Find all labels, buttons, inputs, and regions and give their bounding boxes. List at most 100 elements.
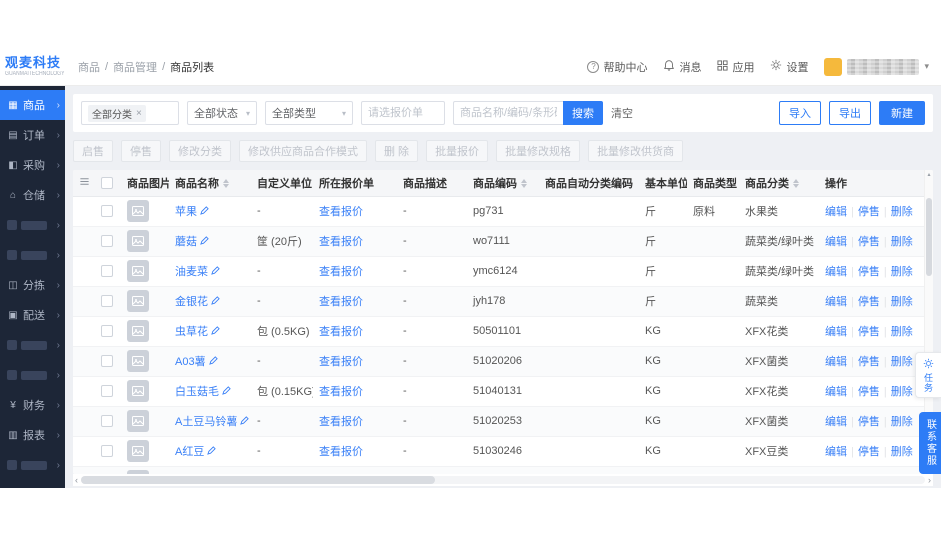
product-name-link[interactable]: A土豆马铃薯: [175, 416, 237, 428]
sort-icon[interactable]: [222, 179, 230, 189]
column-header[interactable]: 商品名称: [169, 170, 251, 197]
horizontal-scroll-track[interactable]: [81, 476, 925, 484]
row-action-stop-sale[interactable]: 停售: [858, 326, 880, 338]
sidebar-item-redacted-5[interactable]: ›: [0, 240, 65, 270]
row-checkbox[interactable]: [101, 235, 113, 248]
scroll-up-icon[interactable]: ▴: [927, 171, 930, 178]
product-name-link[interactable]: 蘑菇: [175, 236, 197, 248]
column-header[interactable]: 商品编码: [467, 170, 539, 197]
row-action-delete[interactable]: 删除: [891, 326, 913, 338]
scroll-right-icon[interactable]: ›: [928, 475, 931, 485]
breadcrumb-item[interactable]: 商品管理: [113, 59, 157, 75]
product-name-link[interactable]: 苹果: [175, 206, 197, 218]
bulk-action-button[interactable]: 修改分类: [169, 140, 231, 162]
row-action-stop-sale[interactable]: 停售: [858, 356, 880, 368]
sidebar-item-redacted-4[interactable]: ›: [0, 210, 65, 240]
view-quote-link[interactable]: 查看报价: [319, 356, 363, 368]
row-action-delete[interactable]: 删除: [891, 266, 913, 278]
row-action-stop-sale[interactable]: 停售: [858, 386, 880, 398]
row-action-edit[interactable]: 编辑: [825, 236, 847, 248]
column-header[interactable]: 基本单位: [639, 170, 687, 197]
bulk-action-button[interactable]: 修改供应商品合作模式: [239, 140, 367, 162]
row-action-delete[interactable]: 删除: [891, 446, 913, 458]
sidebar-item-sorting[interactable]: ◫ 分拣 ›: [0, 270, 65, 300]
edit-name-icon[interactable]: [200, 236, 209, 248]
select-all-checkbox[interactable]: [101, 176, 113, 189]
row-action-delete[interactable]: 删除: [891, 386, 913, 398]
row-action-stop-sale[interactable]: 停售: [858, 266, 880, 278]
sidebar-item-redacted-9[interactable]: ›: [0, 360, 65, 390]
column-header[interactable]: 自定义单位: [251, 170, 313, 197]
column-header[interactable]: 操作: [819, 170, 925, 197]
sidebar-item-delivery[interactable]: ▣ 配送 ›: [0, 300, 65, 330]
row-action-delete[interactable]: 删除: [891, 236, 913, 248]
row-action-edit[interactable]: 编辑: [825, 416, 847, 428]
column-settings-icon[interactable]: [79, 177, 90, 190]
row-checkbox[interactable]: [101, 205, 113, 218]
bulk-action-button[interactable]: 删 除: [375, 140, 419, 162]
search-input[interactable]: [453, 101, 563, 125]
quote-select-input[interactable]: [361, 101, 445, 125]
create-button[interactable]: 新建: [879, 101, 925, 125]
contact-support-button[interactable]: 联系客服: [919, 412, 941, 474]
row-checkbox[interactable]: [101, 445, 113, 458]
product-name-link[interactable]: 金银花: [175, 296, 208, 308]
sidebar-item-redacted-8[interactable]: ›: [0, 330, 65, 360]
column-settings-header[interactable]: [73, 170, 95, 197]
vertical-scroll-thumb[interactable]: [926, 198, 932, 276]
row-action-stop-sale[interactable]: 停售: [858, 206, 880, 218]
view-quote-link[interactable]: 查看报价: [319, 206, 363, 218]
edit-name-icon[interactable]: [207, 446, 217, 458]
row-action-edit[interactable]: 编辑: [825, 386, 847, 398]
user-menu[interactable]: ▾: [824, 57, 929, 76]
row-checkbox[interactable]: [101, 325, 113, 338]
row-action-delete[interactable]: 删除: [891, 416, 913, 428]
row-action-stop-sale[interactable]: 停售: [858, 236, 880, 248]
row-action-stop-sale[interactable]: 停售: [858, 296, 880, 308]
row-checkbox[interactable]: [101, 385, 113, 398]
edit-name-icon[interactable]: [211, 266, 220, 278]
column-header[interactable]: 商品图片: [121, 170, 169, 197]
edit-name-icon[interactable]: [240, 416, 250, 428]
row-action-stop-sale[interactable]: 停售: [858, 446, 880, 458]
view-quote-link[interactable]: 查看报价: [319, 386, 363, 398]
sidebar-item-reports[interactable]: ▥ 报表 ›: [0, 420, 65, 450]
settings-button[interactable]: 设置: [770, 59, 808, 75]
sidebar-item-warehouse[interactable]: ⌂ 仓储 ›: [0, 180, 65, 210]
bulk-action-button[interactable]: 批量修改规格: [496, 140, 581, 162]
sidebar-item-goods[interactable]: ▦ 商品 ›: [0, 90, 65, 120]
row-action-delete[interactable]: 删除: [891, 296, 913, 308]
bulk-action-button[interactable]: 停售: [121, 140, 161, 162]
status-filter[interactable]: 全部状态 ▾: [187, 101, 257, 125]
task-widget-button[interactable]: 任务: [915, 352, 941, 398]
column-header[interactable]: 所在报价单: [313, 170, 397, 197]
view-quote-link[interactable]: 查看报价: [319, 266, 363, 278]
row-checkbox[interactable]: [101, 355, 113, 368]
sort-icon[interactable]: [792, 179, 800, 189]
apps-button[interactable]: 应用: [717, 59, 754, 75]
bulk-action-button[interactable]: 批量报价: [426, 140, 489, 162]
row-checkbox[interactable]: [101, 265, 113, 278]
remove-tag-icon[interactable]: ×: [136, 108, 142, 119]
view-quote-link[interactable]: 查看报价: [319, 296, 363, 308]
row-action-stop-sale[interactable]: 停售: [858, 416, 880, 428]
column-header[interactable]: 商品描述: [397, 170, 467, 197]
row-action-edit[interactable]: 编辑: [825, 266, 847, 278]
view-quote-link[interactable]: 查看报价: [319, 326, 363, 338]
edit-name-icon[interactable]: [200, 206, 209, 218]
product-name-link[interactable]: 油麦菜: [175, 266, 208, 278]
product-name-link[interactable]: 白玉菇毛: [175, 386, 219, 398]
export-button[interactable]: 导出: [829, 101, 871, 125]
sort-icon[interactable]: [520, 179, 528, 189]
row-checkbox[interactable]: [101, 295, 113, 308]
category-filter[interactable]: 全部分类 ×: [81, 101, 179, 125]
product-name-link[interactable]: A03薯: [175, 356, 206, 368]
search-button[interactable]: 搜索: [563, 101, 603, 125]
edit-name-icon[interactable]: [222, 386, 231, 398]
type-filter[interactable]: 全部类型 ▾: [265, 101, 353, 125]
sidebar-item-orders[interactable]: ▤ 订单 ›: [0, 120, 65, 150]
messages-button[interactable]: 消息: [663, 59, 701, 75]
view-quote-link[interactable]: 查看报价: [319, 446, 363, 458]
column-header[interactable]: 商品分类: [739, 170, 819, 197]
horizontal-scrollbar[interactable]: ‹ ›: [73, 474, 933, 486]
